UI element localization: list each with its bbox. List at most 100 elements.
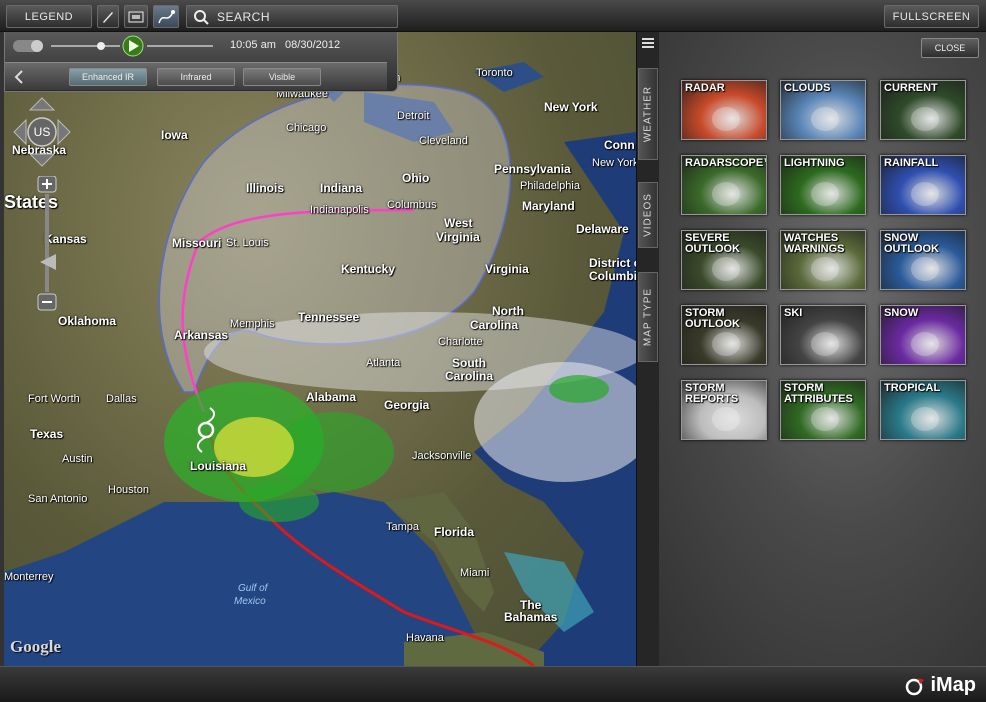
layer-tile-label: Snow Outlook bbox=[884, 232, 939, 255]
tab-visible[interactable]: Visible bbox=[243, 68, 321, 86]
layer-tile-label: Rainfall bbox=[884, 157, 939, 169]
layer-tile-label: Current bbox=[884, 82, 938, 94]
close-button[interactable]: CLOSE bbox=[921, 38, 979, 58]
search-label: SEARCH bbox=[217, 9, 271, 24]
tab-map-type-label: MAP TYPE bbox=[642, 287, 654, 347]
place-label: Bahamas bbox=[504, 610, 558, 624]
place-label: Carolina bbox=[470, 318, 519, 332]
place-label: Iowa bbox=[161, 128, 188, 142]
place-label: West bbox=[444, 216, 473, 230]
pan-up-button[interactable] bbox=[28, 97, 56, 111]
place-label: Missouri bbox=[172, 236, 222, 250]
radarscope-icon bbox=[712, 182, 740, 206]
pan-control[interactable]: US bbox=[12, 96, 72, 168]
chevron-left-icon[interactable] bbox=[13, 69, 25, 85]
zoom-slider-track[interactable] bbox=[45, 194, 49, 292]
layers-icon bbox=[128, 11, 144, 22]
fullscreen-button[interactable]: FULLSCREEN bbox=[884, 5, 979, 28]
layer-tile-severe-outlook[interactable]: Severe Outlook bbox=[681, 230, 767, 290]
layer-tile-label: Storm Attributes bbox=[784, 382, 853, 405]
watches-warnings-icon bbox=[811, 257, 839, 281]
layer-tile-clouds[interactable]: Clouds bbox=[780, 80, 866, 140]
imap-logo-icon bbox=[906, 677, 925, 695]
place-label: Virginia bbox=[485, 262, 529, 276]
place-label: Detroit bbox=[397, 110, 430, 122]
place-label: Tampa bbox=[386, 521, 420, 533]
layer-tile-label: RadarScope™ bbox=[685, 157, 767, 169]
pan-left-button[interactable] bbox=[13, 118, 27, 146]
snow-outlook-icon bbox=[911, 257, 939, 281]
search-box[interactable]: SEARCH bbox=[186, 5, 398, 28]
place-label: Georgia bbox=[384, 398, 430, 412]
layer-tile-label: Severe Outlook bbox=[685, 232, 740, 255]
place-label: Kentucky bbox=[341, 262, 396, 276]
layer-tile-radar[interactable]: Radar bbox=[681, 80, 767, 140]
place-label: Pennsylvania bbox=[494, 162, 571, 176]
tab-enhanced-ir[interactable]: Enhanced IR bbox=[69, 68, 147, 86]
water-label: Mexico bbox=[234, 596, 266, 607]
place-label: Monterrey bbox=[4, 571, 54, 583]
layer-tile-radarscope[interactable]: RadarScope™ bbox=[681, 155, 767, 215]
storm-reports-icon bbox=[712, 407, 740, 431]
layer-tile-current-conditions[interactable]: Current bbox=[880, 80, 966, 140]
search-icon bbox=[194, 9, 209, 25]
place-label: Chicago bbox=[286, 122, 327, 134]
place-label: Illinois bbox=[246, 181, 285, 195]
google-logo: Google bbox=[10, 637, 61, 656]
place-label: Memphis bbox=[230, 318, 275, 330]
timestamp: 10:05 am 08/30/2012 bbox=[230, 39, 340, 51]
tab-weather[interactable]: WEATHER bbox=[638, 68, 658, 160]
playback-controls bbox=[13, 35, 213, 57]
layer-tile-storm-attributes[interactable]: Storm Attributes bbox=[780, 380, 866, 440]
layer-tile-label: Clouds bbox=[784, 82, 831, 94]
place-label: Toronto bbox=[476, 67, 513, 79]
legend-button[interactable]: LEGEND bbox=[6, 5, 92, 28]
layer-tile-tropical[interactable]: Tropical bbox=[880, 380, 966, 440]
layer-tile-snow-outlook[interactable]: Snow Outlook bbox=[880, 230, 966, 290]
layer-tile-storm-reports[interactable]: Storm Reports bbox=[681, 380, 767, 440]
place-label: Maryland bbox=[522, 199, 575, 213]
bottom-bar: iMap bbox=[0, 666, 986, 702]
layers-button[interactable] bbox=[124, 5, 148, 28]
layer-tile-label: Storm Reports bbox=[685, 382, 739, 405]
tab-infrared[interactable]: Infrared bbox=[157, 68, 235, 86]
place-label: Indiana bbox=[320, 181, 363, 195]
pan-down-button[interactable] bbox=[28, 153, 56, 167]
place-label: Louisiana bbox=[190, 459, 247, 473]
place-label: Oklahoma bbox=[58, 314, 117, 328]
route-tool-button[interactable] bbox=[153, 5, 179, 28]
zoom-control[interactable] bbox=[36, 176, 58, 312]
layer-tile-rainfall[interactable]: Rainfall bbox=[880, 155, 966, 215]
place-label: Charlotte bbox=[438, 336, 483, 348]
place-label: Indianapolis bbox=[310, 204, 369, 216]
place-label: Austin bbox=[62, 453, 93, 465]
tab-videos[interactable]: VIDEOS bbox=[638, 182, 658, 248]
severe-outlook-icon bbox=[712, 257, 740, 281]
draw-tool-button[interactable] bbox=[97, 5, 119, 28]
place-label: Cleveland bbox=[419, 135, 468, 147]
pan-right-button[interactable] bbox=[57, 118, 71, 146]
radar-icon bbox=[712, 107, 740, 131]
current-conditions-icon bbox=[911, 107, 939, 131]
imap-weather-app: LEGEND SEARCH FULLSCREEN Toronto Milwauk… bbox=[0, 0, 986, 702]
layer-tile-lightning[interactable]: Lightning bbox=[780, 155, 866, 215]
layer-tile-label: Radar bbox=[685, 82, 725, 94]
place-label: Philadelphia bbox=[520, 180, 580, 192]
tab-map-type[interactable]: MAP TYPE bbox=[638, 272, 658, 362]
layer-tile-snow[interactable]: Snow bbox=[880, 305, 966, 365]
place-label: South bbox=[452, 356, 486, 370]
panel-side-tabs: WEATHER VIDEOS MAP TYPE bbox=[637, 32, 659, 666]
weather-map[interactable]: Toronto Milwaukee gan Detroit New York I… bbox=[4, 32, 636, 666]
storm-attributes-icon bbox=[811, 407, 839, 431]
place-label: Tennessee bbox=[298, 310, 360, 324]
layer-tile-storm-outlook[interactable]: Storm Outlook bbox=[681, 305, 767, 365]
layer-tile-label: Tropical bbox=[884, 382, 941, 394]
layers-panel: WEATHER VIDEOS MAP TYPE CLOSE Radar Cloud… bbox=[636, 32, 986, 666]
place-label: Miami bbox=[460, 567, 490, 579]
layer-tile-watches-warnings[interactable]: Watches Warnings bbox=[780, 230, 866, 290]
place-label: Dallas bbox=[106, 393, 137, 405]
imagery-tabs: Enhanced IR Infrared Visible bbox=[5, 62, 387, 90]
place-label: Carolina bbox=[445, 369, 494, 383]
menu-icon[interactable] bbox=[641, 37, 655, 49]
layer-tile-ski[interactable]: Ski bbox=[780, 305, 866, 365]
